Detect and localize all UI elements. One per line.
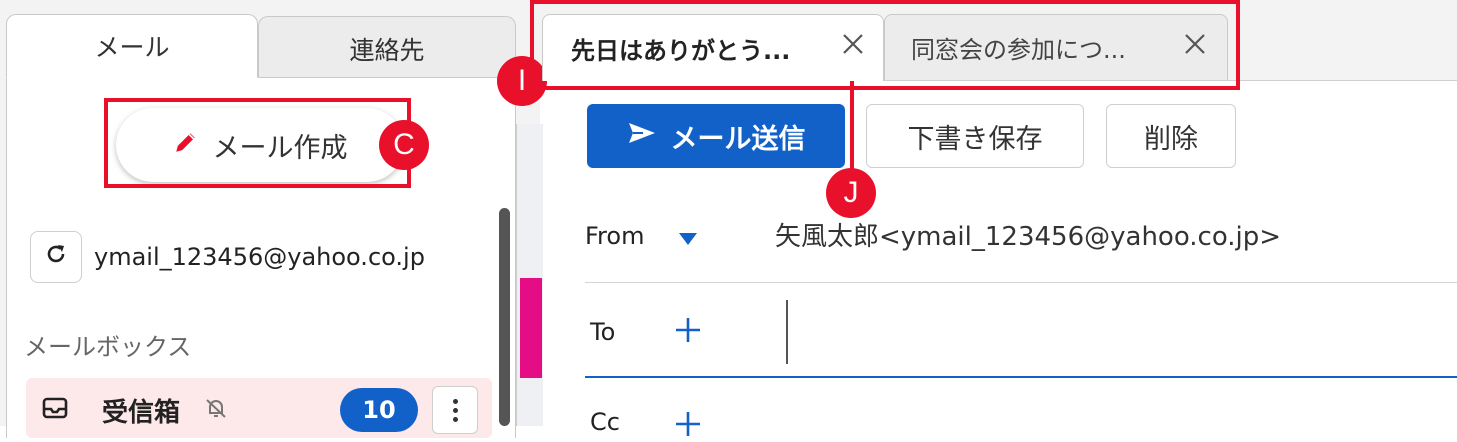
bell-off-icon xyxy=(204,396,228,424)
divider xyxy=(585,282,1457,283)
inbox-unread-badge: 10 xyxy=(340,388,418,432)
to-label: To xyxy=(590,318,616,346)
from-label: From xyxy=(585,222,645,250)
mail-tab-active[interactable]: 先日はありがとう... xyxy=(542,14,884,81)
close-tab-button[interactable] xyxy=(833,27,873,67)
add-recipient-icon[interactable] xyxy=(674,316,702,348)
from-address: 矢風太郎<ymail_123456@yahoo.co.jp> xyxy=(775,222,1282,252)
sidebar-item-inbox[interactable]: 受信箱 10 xyxy=(26,378,492,438)
refresh-button[interactable] xyxy=(30,231,82,283)
close-icon xyxy=(842,33,864,61)
annotation-badge-i: I xyxy=(497,56,547,106)
send-mail-label: メール送信 xyxy=(670,123,806,155)
delete-button[interactable]: 削除 xyxy=(1106,104,1236,168)
to-input[interactable] xyxy=(786,300,1452,364)
annotation-box-c xyxy=(104,98,411,188)
more-dot xyxy=(452,416,458,422)
account-email[interactable]: ymail_123456@yahoo.co.jp xyxy=(94,243,425,271)
mail-tab-title: 先日はありがとう... xyxy=(571,36,791,65)
send-icon xyxy=(627,121,657,152)
inbox-more-button[interactable] xyxy=(432,386,478,434)
tab-contacts[interactable]: 連絡先 xyxy=(258,16,516,80)
send-mail-button[interactable]: メール送信 xyxy=(587,104,845,168)
message-list-edge xyxy=(516,124,543,426)
sidebar-scrollbar[interactable] xyxy=(499,208,510,426)
chevron-down-icon[interactable] xyxy=(678,231,698,250)
more-dot xyxy=(452,407,458,413)
mailbox-heading: メールボックス xyxy=(24,333,192,361)
tab-mail[interactable]: メール xyxy=(6,14,258,78)
more-dot xyxy=(452,398,458,404)
annotation-line-j xyxy=(850,72,854,172)
inbox-icon xyxy=(42,396,68,424)
annotation-badge-j: J xyxy=(826,168,876,218)
add-cc-icon[interactable] xyxy=(674,410,702,442)
refresh-icon xyxy=(44,242,68,272)
ad-strip xyxy=(520,278,542,378)
annotation-badge-c: C xyxy=(379,120,429,170)
save-draft-button[interactable]: 下書き保存 xyxy=(866,104,1084,168)
account-row: ymail_123456@yahoo.co.jp xyxy=(30,230,425,284)
inbox-label: 受信箱 xyxy=(102,398,181,428)
divider-active xyxy=(585,376,1457,378)
cc-label: Cc xyxy=(590,408,620,436)
